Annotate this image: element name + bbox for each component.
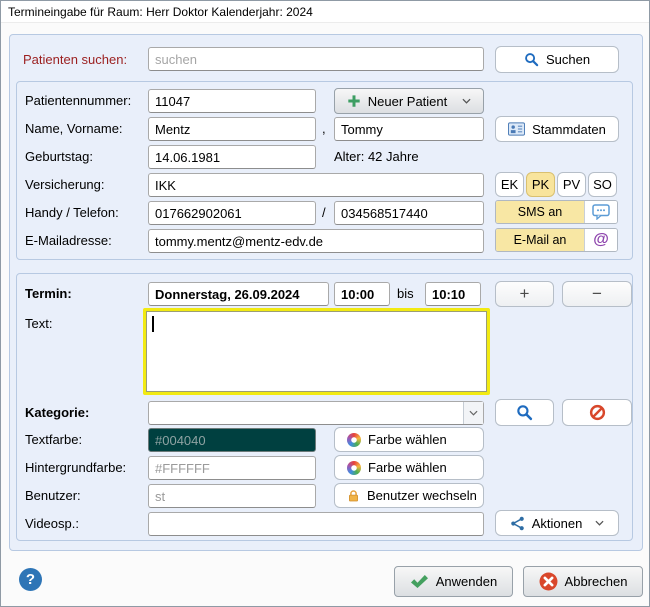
no-entry-icon: [589, 404, 606, 421]
date-input[interactable]: [148, 282, 329, 306]
birthday-label: Geburtstag:: [25, 149, 93, 164]
color-wheel-icon: [347, 461, 361, 475]
search-icon: [524, 52, 539, 67]
name-label: Name, Vorname:: [25, 121, 123, 136]
background-color-picker-label: Farbe wählen: [368, 460, 447, 475]
patient-search-label: Patienten suchen:: [23, 52, 127, 67]
user-input[interactable]: [148, 484, 316, 508]
remove-appointment-button[interactable]: −: [562, 281, 632, 307]
search-button[interactable]: Suchen: [495, 46, 619, 73]
insurance-label: Versicherung:: [25, 177, 105, 192]
patient-search-input[interactable]: [148, 47, 484, 71]
first-name-input[interactable]: [334, 117, 484, 141]
insurance-type-ek-button[interactable]: EK: [495, 172, 524, 197]
speech-bubble-icon: [592, 204, 610, 220]
actions-button-label: Aktionen: [532, 516, 583, 531]
insurance-type-so-button[interactable]: SO: [588, 172, 617, 197]
email-split-button: E-Mail an @: [495, 228, 618, 252]
termin-label: Termin:: [25, 286, 72, 301]
email-at-button[interactable]: @: [584, 229, 617, 251]
actions-button[interactable]: Aktionen: [495, 510, 619, 536]
cancel-button[interactable]: Abbrechen: [523, 566, 643, 597]
background-color-input[interactable]: [148, 456, 316, 480]
switch-user-button[interactable]: Benutzer wechseln: [334, 483, 484, 508]
at-icon: @: [593, 231, 609, 249]
lock-icon: [347, 489, 360, 503]
age-text: Alter: 42 Jahre: [334, 149, 419, 164]
stammdaten-button[interactable]: Stammdaten: [495, 116, 619, 142]
add-appointment-button[interactable]: +: [495, 281, 554, 307]
email-label: E-Mailadresse:: [25, 233, 112, 248]
bis-label: bis: [397, 286, 414, 301]
text-color-label: Textfarbe:: [25, 432, 82, 447]
category-clear-button[interactable]: [562, 399, 632, 426]
category-dropdown-arrow[interactable]: [463, 402, 483, 424]
share-icon: [510, 516, 525, 531]
checkmark-icon: [410, 574, 429, 589]
sms-bubble-button[interactable]: [584, 201, 617, 223]
insurance-type-pv-button[interactable]: PV: [557, 172, 586, 197]
contact-card-icon: [508, 122, 525, 136]
phone-label: Handy / Telefon:: [25, 205, 119, 220]
user-label: Benutzer:: [25, 488, 81, 503]
name-separator: ,: [322, 121, 326, 136]
category-dropdown[interactable]: [148, 401, 484, 425]
text-color-input[interactable]: [148, 428, 316, 452]
start-time-input[interactable]: [334, 282, 390, 306]
window-title: Termineingabe für Raum: Herr Doktor Kale…: [8, 5, 313, 19]
sms-button[interactable]: SMS an: [496, 201, 584, 223]
insurance-type-pk-button[interactable]: PK: [526, 172, 555, 197]
help-icon: ?: [26, 571, 35, 588]
new-patient-button-label: Neuer Patient: [368, 94, 448, 109]
patient-number-input[interactable]: [148, 89, 316, 113]
email-button[interactable]: E-Mail an: [496, 229, 584, 251]
switch-user-label: Benutzer wechseln: [367, 488, 477, 503]
sms-split-button: SMS an: [495, 200, 618, 224]
video-label: Videosp.:: [25, 516, 79, 531]
plus-icon: [347, 94, 361, 108]
text-color-picker-button[interactable]: Farbe wählen: [334, 427, 484, 452]
phone-separator: /: [322, 205, 326, 220]
color-wheel-icon: [347, 433, 361, 447]
background-color-label: Hintergrundfarbe:: [25, 460, 126, 475]
chevron-down-icon: [595, 520, 604, 526]
email-button-label: E-Mail an: [514, 233, 567, 247]
email-input[interactable]: [148, 229, 484, 253]
stammdaten-button-label: Stammdaten: [532, 122, 606, 137]
appointment-text-content: [146, 311, 487, 392]
cancel-button-label: Abbrechen: [565, 574, 628, 589]
search-button-label: Suchen: [546, 52, 590, 67]
birthday-input[interactable]: [148, 145, 316, 169]
apply-button[interactable]: Anwenden: [394, 566, 513, 597]
patient-number-label: Patientennummer:: [25, 93, 131, 108]
help-button[interactable]: ?: [19, 568, 42, 591]
last-name-input[interactable]: [148, 117, 316, 141]
end-time-input[interactable]: [425, 282, 481, 306]
new-patient-button[interactable]: Neuer Patient: [334, 88, 484, 114]
text-cursor: [152, 316, 154, 332]
category-label: Kategorie:: [25, 405, 89, 420]
window-titlebar: Termineingabe für Raum: Herr Doktor Kale…: [1, 1, 649, 23]
chevron-down-icon: [462, 98, 471, 104]
red-x-circle-icon: [539, 572, 558, 591]
background-color-picker-button[interactable]: Farbe wählen: [334, 455, 484, 480]
mobile-input[interactable]: [148, 201, 316, 225]
video-input[interactable]: [148, 512, 484, 536]
termineingabe-dialog: Termineingabe für Raum: Herr Doktor Kale…: [0, 0, 650, 607]
search-icon: [516, 404, 533, 421]
landline-input[interactable]: [334, 201, 484, 225]
apply-button-label: Anwenden: [436, 574, 497, 589]
insurance-input[interactable]: [148, 173, 484, 197]
category-search-button[interactable]: [495, 399, 554, 426]
sms-button-label: SMS an: [518, 205, 562, 219]
appointment-text-area[interactable]: [143, 308, 490, 395]
chevron-down-icon: [469, 410, 478, 416]
text-label: Text:: [25, 316, 52, 331]
text-color-picker-label: Farbe wählen: [368, 432, 447, 447]
